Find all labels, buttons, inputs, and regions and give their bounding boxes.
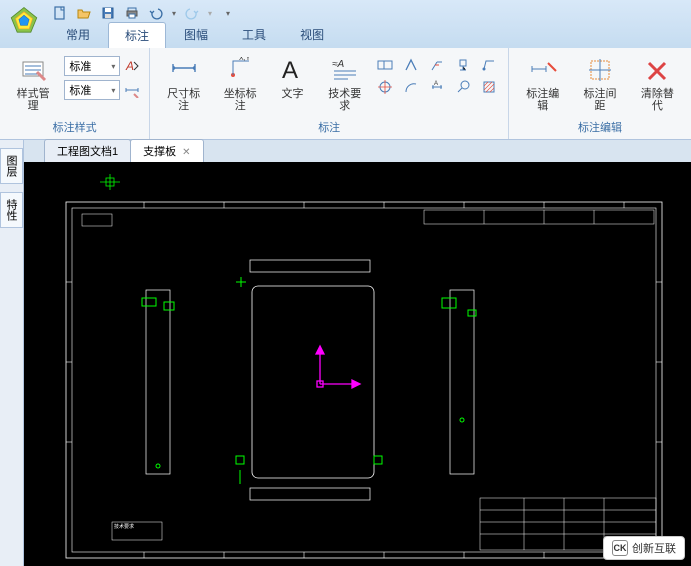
app-logo-icon[interactable]: [4, 2, 44, 42]
annotation-tools-grid: A: [376, 56, 500, 96]
svg-text:技术要求: 技术要求: [114, 523, 134, 530]
annot-spacing-button[interactable]: 标注间距: [574, 52, 625, 114]
close-tab-icon[interactable]: ✕: [182, 147, 190, 158]
redo-icon[interactable]: [184, 5, 200, 21]
clear-replace-label: 清除替代: [636, 88, 679, 112]
tab-annotation[interactable]: 标注: [108, 22, 166, 48]
tab-common[interactable]: 常用: [50, 22, 106, 48]
text-icon: A: [276, 54, 308, 86]
tab-drawing[interactable]: 图幅: [168, 22, 224, 48]
coordinate-label: 坐标标注: [219, 88, 262, 112]
title-bar: ▾ ▾ ▾ 常用 标注 图幅 工具 视图: [0, 0, 691, 48]
coordinate-button[interactable]: X,Y 坐标标注: [215, 52, 266, 114]
datum-icon[interactable]: [454, 56, 472, 74]
print-icon[interactable]: [124, 5, 140, 21]
open-file-icon[interactable]: [76, 5, 92, 21]
watermark: CK 创新互联: [603, 536, 685, 560]
weld-icon[interactable]: [428, 56, 446, 74]
doc-main: 工程图文档1 支撑板✕: [24, 140, 691, 566]
qat-customize-icon[interactable]: ▾: [226, 9, 230, 18]
panel-layers[interactable]: 图层: [0, 148, 23, 184]
clear-replace-button[interactable]: 清除替代: [632, 52, 683, 114]
roughness-icon[interactable]: [402, 56, 420, 74]
undo-dropdown-icon[interactable]: ▾: [172, 9, 176, 18]
text-button[interactable]: A 文字: [271, 52, 313, 102]
panel-properties[interactable]: 特性: [0, 192, 23, 228]
save-icon[interactable]: [100, 5, 116, 21]
ribbon: 样式管理 标准 A 标准 标注样式 尺寸标注 X,Y: [0, 48, 691, 140]
style-manage-icon: [17, 54, 49, 86]
style-combo-2[interactable]: 标准: [64, 80, 120, 100]
tolerance-icon[interactable]: [376, 56, 394, 74]
tab-tools[interactable]: 工具: [226, 22, 282, 48]
undo-icon[interactable]: [148, 5, 164, 21]
coordinate-icon: X,Y: [224, 54, 256, 86]
clear-replace-icon: [641, 54, 673, 86]
center-icon[interactable]: [376, 78, 394, 96]
svg-text:A: A: [434, 81, 438, 87]
new-file-icon[interactable]: [52, 5, 68, 21]
balloon-icon[interactable]: [454, 78, 472, 96]
left-panel-strip: 图层 特性: [0, 140, 24, 566]
tech-req-button[interactable]: ≈A 技术要求: [319, 52, 370, 114]
document-tabs: 工程图文档1 支撑板✕: [24, 140, 691, 162]
dimension-label: 尺寸标注: [162, 88, 205, 112]
section-icon[interactable]: A: [428, 78, 446, 96]
group-annotate-label: 标注: [158, 119, 500, 137]
annot-spacing-label: 标注间距: [578, 88, 621, 112]
svg-text:X,Y: X,Y: [239, 57, 251, 62]
annot-edit-label: 标注编辑: [521, 88, 564, 112]
tech-req-icon: ≈A: [329, 54, 361, 86]
annot-spacing-icon: [584, 54, 616, 86]
svg-text:A: A: [125, 59, 134, 73]
dim-style-icon[interactable]: [123, 81, 141, 99]
ribbon-group-style: 样式管理 标准 A 标准 标注样式: [0, 48, 150, 139]
style-manage-button[interactable]: 样式管理: [8, 52, 58, 114]
dimension-icon: [168, 54, 200, 86]
tab-view[interactable]: 视图: [284, 22, 340, 48]
redo-dropdown-icon[interactable]: ▾: [208, 9, 212, 18]
annot-edit-icon: [527, 54, 559, 86]
ribbon-group-edit: 标注编辑 标注间距 清除替代 标注编辑: [509, 48, 691, 139]
quick-access-toolbar: ▾ ▾ ▾: [52, 2, 230, 24]
doc-tab-2[interactable]: 支撑板✕: [130, 139, 203, 162]
arc-icon[interactable]: [402, 78, 420, 96]
ribbon-group-annotate: 尺寸标注 X,Y 坐标标注 A 文字 ≈A 技术要求: [150, 48, 509, 139]
annot-edit-button[interactable]: 标注编辑: [517, 52, 568, 114]
style-combo-1[interactable]: 标准: [64, 56, 120, 76]
svg-text:≈A: ≈A: [332, 59, 344, 70]
leader-icon[interactable]: [480, 56, 498, 74]
doc-tab-1[interactable]: 工程图文档1: [44, 139, 131, 162]
tech-req-label: 技术要求: [323, 88, 366, 112]
svg-text:A: A: [282, 57, 298, 84]
group-edit-label: 标注编辑: [517, 119, 683, 137]
hatch-icon[interactable]: [480, 78, 498, 96]
ribbon-tabs: 常用 标注 图幅 工具 视图: [50, 22, 340, 48]
group-style-label: 标注样式: [8, 119, 141, 137]
text-label: 文字: [281, 88, 303, 100]
drawing-canvas[interactable]: 技术要求: [24, 162, 691, 566]
text-style-icon[interactable]: A: [123, 57, 141, 75]
style-manage-label: 样式管理: [12, 88, 54, 112]
watermark-badge-icon: CK: [612, 540, 628, 556]
dimension-button[interactable]: 尺寸标注: [158, 52, 209, 114]
document-area: 图层 特性 工程图文档1 支撑板✕: [0, 140, 691, 566]
watermark-text: 创新互联: [632, 540, 676, 556]
